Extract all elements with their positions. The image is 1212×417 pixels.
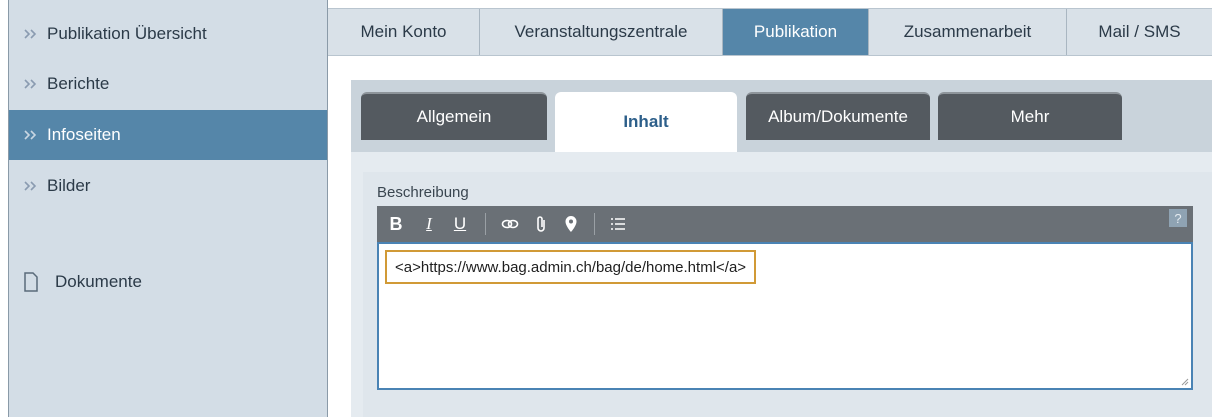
rich-text-editor[interactable]: <a>https://www.bag.admin.ch/bag/de/home.… (377, 242, 1193, 390)
double-chevron-right-icon (24, 79, 37, 89)
toolbar-divider (485, 213, 486, 235)
subtab-album-dokumente[interactable]: Album/Dokumente (746, 92, 930, 140)
toolbar-divider (594, 213, 595, 235)
sidebar-item-infoseiten[interactable]: Infoseiten (9, 110, 327, 160)
sidebar-item-label: Bilder (47, 176, 91, 195)
tab-mein-konto[interactable]: Mein Konto (328, 9, 480, 55)
subtab-inhalt[interactable]: Inhalt (555, 92, 737, 152)
document-icon (24, 272, 38, 292)
subtab-allgemein[interactable]: Allgemein (361, 92, 547, 140)
sidebar-item-publikation-uebersicht[interactable]: Publikation Übersicht (9, 10, 327, 58)
bold-button[interactable]: B (377, 206, 415, 242)
link-icon (501, 219, 519, 229)
double-chevron-right-icon (24, 130, 37, 140)
link-button[interactable] (494, 206, 526, 242)
italic-button[interactable]: I (415, 206, 443, 242)
tab-publikation[interactable]: Publikation (723, 9, 869, 55)
top-navigation: Mein Konto Veranstaltungszentrale Publik… (328, 0, 1212, 56)
editor-toolbar: B I U ? (377, 206, 1193, 242)
subtab-mehr[interactable]: Mehr (938, 92, 1122, 140)
attachment-button[interactable] (526, 206, 556, 242)
underline-button[interactable]: U (443, 206, 477, 242)
sidebar-item-label: Dokumente (55, 272, 142, 291)
sidebar-item-bilder[interactable]: Bilder (9, 162, 327, 210)
list-button[interactable] (603, 206, 633, 242)
list-icon (611, 218, 625, 230)
resize-grip-icon[interactable] (1181, 378, 1189, 386)
double-chevron-right-icon (24, 181, 37, 191)
location-pin-icon (565, 216, 577, 232)
location-button[interactable] (556, 206, 586, 242)
sidebar-item-label: Infoseiten (47, 125, 121, 144)
attachment-icon (537, 216, 545, 232)
sidebar-item-dokumente[interactable]: Dokumente (9, 258, 327, 306)
sidebar-item-label: Berichte (47, 74, 110, 93)
sidebar-item-label: Publikation Übersicht (47, 24, 207, 43)
field-label: Beschreibung (377, 184, 469, 201)
editor-section: Beschreibung B I U ? <a>https://www.bag.… (363, 172, 1212, 417)
sidebar: Publikation Übersicht Berichte Infoseite… (8, 0, 328, 417)
tab-veranstaltungszentrale[interactable]: Veranstaltungszentrale (480, 9, 723, 55)
tab-zusammenarbeit[interactable]: Zusammenarbeit (869, 9, 1067, 55)
double-chevron-right-icon (24, 29, 37, 39)
tab-mail-sms[interactable]: Mail / SMS (1067, 9, 1212, 55)
content-panel: Allgemein Inhalt Album/Dokumente Mehr Be… (351, 80, 1212, 417)
editor-content-highlight: <a>https://www.bag.admin.ch/bag/de/home.… (385, 250, 757, 284)
sidebar-item-berichte[interactable]: Berichte (9, 60, 327, 108)
help-button[interactable]: ? (1169, 209, 1187, 227)
subtab-strip: Allgemein Inhalt Album/Dokumente Mehr (351, 80, 1212, 152)
